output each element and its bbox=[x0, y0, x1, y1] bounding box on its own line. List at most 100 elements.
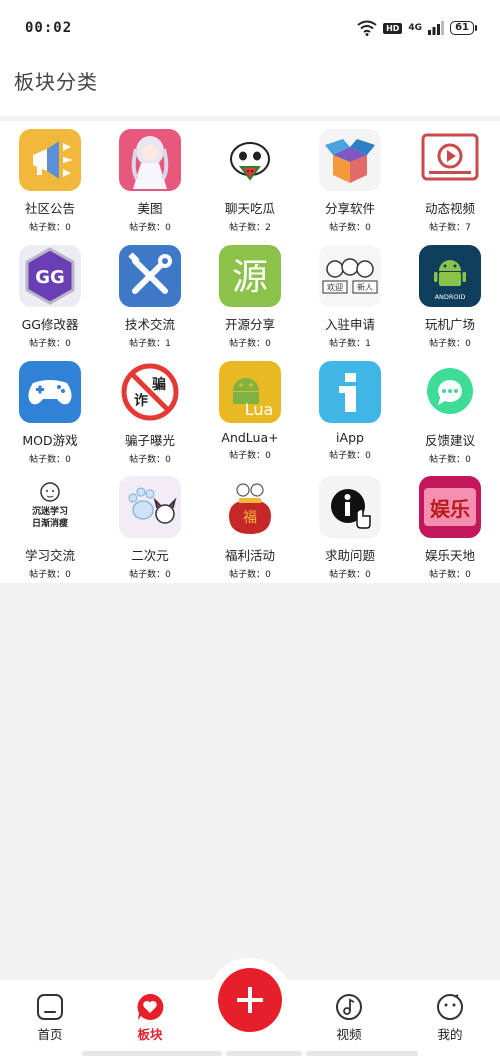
wifi-icon bbox=[357, 20, 377, 36]
board-tile[interactable]: 美图 帖子数：0 bbox=[100, 121, 200, 236]
post-count: 帖子数：0 bbox=[229, 339, 271, 349]
board-tile[interactable]: 聊天吃瓜 帖子数：2 bbox=[200, 121, 300, 236]
create-post-button[interactable] bbox=[218, 968, 282, 1032]
gesture-bar-left bbox=[82, 1051, 222, 1056]
board-tile[interactable]: 动态视频 帖子数：7 bbox=[400, 121, 500, 236]
board-tile[interactable]: ANDROID 玩机广场 帖子数：0 bbox=[400, 237, 500, 352]
entertainment-icon: 娱乐 bbox=[419, 476, 481, 538]
svg-text:新人: 新人 bbox=[357, 282, 373, 292]
board-name: 开源分享 bbox=[224, 317, 275, 332]
heart-bubble-icon bbox=[137, 993, 164, 1020]
board-name: 分享软件 bbox=[324, 201, 375, 216]
cats-welcome-icon: 欢迎 新人 bbox=[319, 245, 381, 307]
board-name: 美图 bbox=[137, 201, 163, 216]
watermelon-face-icon bbox=[219, 129, 281, 191]
status-time: 00:02 bbox=[25, 20, 73, 36]
board-name: 入驻申请 bbox=[324, 317, 375, 332]
board-tile[interactable]: 反馈建议 帖子数：0 bbox=[400, 353, 500, 468]
board-tile[interactable]: 二次元 帖子数：0 bbox=[100, 468, 200, 583]
board-tile[interactable]: 欢迎 新人 入驻申请 帖子数：1 bbox=[300, 237, 400, 352]
post-count: 帖子数：1 bbox=[329, 339, 371, 349]
gesture-bar-right bbox=[306, 1051, 418, 1056]
gamepad-icon bbox=[19, 361, 81, 423]
post-count: 帖子数：0 bbox=[29, 339, 71, 349]
android-icon: ANDROID bbox=[419, 245, 481, 307]
board-tile[interactable]: 分享软件 帖子数：0 bbox=[300, 121, 400, 236]
svg-text:源: 源 bbox=[232, 257, 268, 298]
board-tile[interactable]: 技术交流 帖子数：1 bbox=[100, 237, 200, 352]
nav-video[interactable]: 视频 bbox=[309, 980, 389, 1056]
status-icons: HD 4G 61 bbox=[357, 20, 477, 36]
megaphone-icon bbox=[19, 129, 81, 191]
post-count: 帖子数：0 bbox=[429, 455, 471, 465]
svg-text:欢迎: 欢迎 bbox=[327, 282, 343, 292]
svg-text:福: 福 bbox=[243, 510, 257, 526]
post-count: 帖子数：7 bbox=[429, 223, 471, 233]
board-tile[interactable]: 求助问题 帖子数：0 bbox=[300, 468, 400, 583]
board-tile[interactable]: 沉迷学习 日渐消瘦 学习交流 帖子数：0 bbox=[0, 468, 100, 583]
music-note-icon bbox=[336, 994, 362, 1020]
hd-badge: HD bbox=[383, 22, 403, 34]
board-tile[interactable]: 源 开源分享 帖子数：0 bbox=[200, 237, 300, 352]
post-count: 帖子数：1 bbox=[129, 339, 171, 349]
post-count: 帖子数：0 bbox=[129, 570, 171, 580]
nav-mine-label: 我的 bbox=[437, 1027, 463, 1042]
board-tile[interactable]: 福 福利活动 帖子数：0 bbox=[200, 468, 300, 583]
svg-text:骗: 骗 bbox=[152, 376, 166, 393]
board-tile[interactable]: iApp 帖子数：0 bbox=[300, 353, 400, 468]
signal-icon bbox=[428, 21, 445, 35]
board-tile[interactable]: GG GG修改器 帖子数：0 bbox=[0, 237, 100, 352]
post-count: 帖子数：0 bbox=[229, 451, 271, 461]
svg-text:Lua: Lua bbox=[245, 400, 274, 419]
gesture-bar-middle bbox=[226, 1051, 302, 1056]
network-label: 4G bbox=[408, 23, 423, 33]
home-icon bbox=[37, 994, 63, 1020]
iapp-icon bbox=[319, 361, 381, 423]
board-tile[interactable]: 娱乐 娱乐天地 帖子数：0 bbox=[400, 468, 500, 583]
gg-icon: GG bbox=[19, 245, 81, 307]
board-tile[interactable]: Lua AndLua+ 帖子数：0 bbox=[200, 353, 300, 468]
lucky-bag-icon: 福 bbox=[219, 476, 281, 538]
plus-icon bbox=[237, 987, 263, 1013]
board-name: 玩机广场 bbox=[424, 317, 475, 332]
lua-icon: Lua bbox=[219, 361, 281, 423]
board-name: 福利活动 bbox=[224, 548, 275, 563]
svg-text:娱乐: 娱乐 bbox=[430, 497, 470, 521]
open-box-icon bbox=[319, 129, 381, 191]
board-name: 反馈建议 bbox=[424, 433, 475, 448]
svg-text:GG: GG bbox=[35, 267, 65, 288]
board-name: GG修改器 bbox=[21, 317, 79, 332]
board-name: 骗子曝光 bbox=[124, 433, 175, 448]
board-name: MOD游戏 bbox=[22, 433, 78, 448]
board-name: 娱乐天地 bbox=[424, 548, 475, 563]
nav-video-label: 视频 bbox=[336, 1027, 362, 1042]
board-tile[interactable]: 骗 诈 骗子曝光 帖子数：0 bbox=[100, 353, 200, 468]
board-name: 技术交流 bbox=[124, 317, 175, 332]
no-scam-icon: 骗 诈 bbox=[119, 361, 181, 423]
nav-boards[interactable]: 板块 bbox=[110, 980, 190, 1056]
board-name: iApp bbox=[336, 430, 364, 445]
post-count: 帖子数：0 bbox=[429, 339, 471, 349]
board-name: 聊天吃瓜 bbox=[224, 201, 275, 216]
board-tile[interactable]: 社区公告 帖子数：0 bbox=[0, 121, 100, 236]
chat-bubble-icon bbox=[419, 361, 481, 423]
nav-boards-label: 板块 bbox=[137, 1027, 163, 1042]
post-count: 帖子数：0 bbox=[29, 570, 71, 580]
nav-mine[interactable]: 我的 bbox=[410, 980, 490, 1056]
paw-icon bbox=[119, 476, 181, 538]
svg-text:日渐消瘦: 日渐消瘦 bbox=[32, 517, 68, 529]
nav-home-label: 首页 bbox=[37, 1027, 63, 1042]
video-player-icon bbox=[419, 129, 481, 191]
board-tile[interactable]: MOD游戏 帖子数：0 bbox=[0, 353, 100, 468]
board-name: 动态视频 bbox=[424, 201, 475, 216]
study-icon: 沉迷学习 日渐消瘦 bbox=[19, 476, 81, 538]
nav-home[interactable]: 首页 bbox=[10, 980, 90, 1056]
post-count: 帖子数：2 bbox=[229, 223, 271, 233]
post-count: 帖子数：0 bbox=[429, 570, 471, 580]
board-name: AndLua+ bbox=[221, 430, 279, 445]
post-count: 帖子数：0 bbox=[129, 223, 171, 233]
page-title: 板块分类 bbox=[14, 70, 98, 94]
battery-indicator: 61 bbox=[450, 21, 477, 35]
svg-text:ANDROID: ANDROID bbox=[435, 293, 466, 301]
post-count: 帖子数：0 bbox=[29, 455, 71, 465]
